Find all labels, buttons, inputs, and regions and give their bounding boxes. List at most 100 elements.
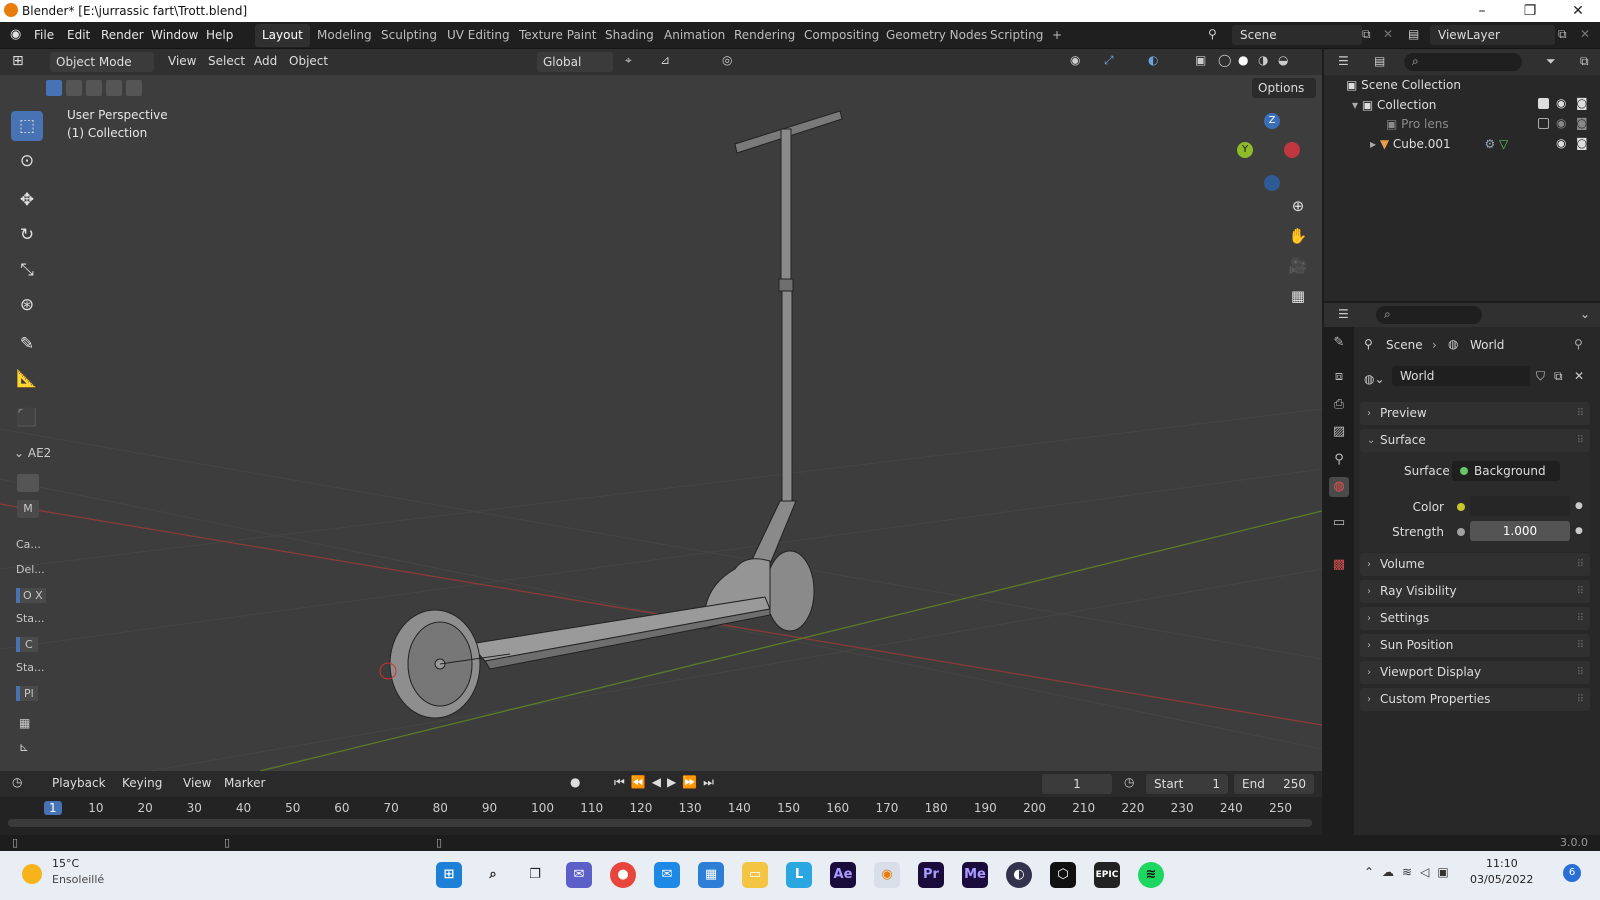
- color-keyframe-dot-icon[interactable]: ●: [1575, 501, 1583, 511]
- tab-rendering[interactable]: Rendering: [727, 24, 802, 47]
- object-mode-dropdown[interactable]: Object Mode: [50, 52, 154, 72]
- drag-grip-icon[interactable]: ⠿: [1577, 553, 1584, 576]
- menu-select[interactable]: Select: [208, 54, 245, 68]
- maximize-button[interactable]: ❐: [1508, 0, 1552, 22]
- modifier-icon[interactable]: ⚙: [1484, 137, 1495, 151]
- transform-tool-icon[interactable]: ⊛: [11, 290, 43, 320]
- properties-editor-icon[interactable]: ☰: [1338, 307, 1349, 321]
- timeline-scrollbar[interactable]: [8, 819, 1312, 827]
- cursor-tool-icon[interactable]: ⊙: [11, 146, 43, 176]
- strength-socket-icon[interactable]: [1457, 528, 1465, 536]
- end-frame-field[interactable]: End 250: [1234, 774, 1314, 794]
- drag-grip-icon[interactable]: ⠿: [1577, 580, 1584, 603]
- panel-surface[interactable]: ⌄ Surface ⠿: [1360, 429, 1590, 452]
- outliner-row-collection[interactable]: ▾ ▣ Collection: [1352, 98, 1436, 112]
- select-box-intersect-icon[interactable]: [126, 80, 142, 96]
- task-view-icon[interactable]: ❐: [522, 862, 548, 888]
- duplicate-world-icon[interactable]: ⧉: [1554, 369, 1563, 384]
- gizmo-toggle-icon[interactable]: ⤢: [1104, 53, 1114, 68]
- breadcrumb-world[interactable]: World: [1470, 338, 1504, 352]
- ae2-ox-toggle[interactable]: O X: [16, 588, 46, 603]
- menu-playback[interactable]: Playback: [52, 776, 106, 790]
- blender-menu-icon[interactable]: ◉: [10, 27, 21, 42]
- display-mode-icon[interactable]: ▤: [1374, 54, 1385, 68]
- render-tab-icon[interactable]: ⧈: [1329, 367, 1349, 387]
- select-box-subtract-icon[interactable]: [86, 80, 102, 96]
- zoom-icon[interactable]: ⊕: [1284, 192, 1312, 220]
- menu-object[interactable]: Object: [289, 54, 328, 68]
- properties-search-input[interactable]: ⌕: [1376, 306, 1482, 324]
- drag-grip-icon[interactable]: ⠿: [1577, 661, 1584, 684]
- world-color-swatch[interactable]: [1470, 496, 1570, 516]
- ae2-section-header[interactable]: ⌄ AE2: [14, 446, 51, 460]
- playback-controls[interactable]: ⏮⏪◀▶⏩⏭: [614, 775, 720, 790]
- world-browse-icon[interactable]: ◍⌄: [1364, 372, 1385, 386]
- collection-render-camera-icon[interactable]: ◙: [1576, 96, 1588, 110]
- new-scene-icon[interactable]: ⧉: [1362, 27, 1371, 42]
- tab-geometry-nodes[interactable]: Geometry Nodes: [879, 24, 994, 47]
- x-axis-gizmo[interactable]: [1284, 142, 1300, 158]
- outliner-row-cube[interactable]: ▸ ▼ Cube.001 ⚙ ▽: [1370, 137, 1508, 151]
- panel-volume[interactable]: › Volume ⠿: [1360, 553, 1590, 576]
- drag-grip-icon[interactable]: ⠿: [1577, 634, 1584, 657]
- navigation-gizmo[interactable]: Z Y: [1230, 108, 1300, 193]
- teams-chat-icon[interactable]: ✉: [566, 862, 592, 888]
- clock-time[interactable]: 11:10: [1486, 857, 1518, 870]
- view-layer-tab-icon[interactable]: ▨: [1329, 422, 1349, 442]
- texture-tab-icon[interactable]: ▩: [1329, 555, 1349, 575]
- start-windows-icon[interactable]: ⊞: [436, 862, 462, 888]
- menu-edit[interactable]: Edit: [67, 28, 90, 42]
- y-axis-gizmo[interactable]: Y: [1237, 142, 1253, 158]
- menu-help[interactable]: Help: [206, 28, 233, 42]
- outliner-search-input[interactable]: ⌕: [1404, 53, 1522, 71]
- tab-modeling[interactable]: Modeling: [310, 24, 379, 47]
- strength-keyframe-dot-icon[interactable]: ●: [1575, 526, 1583, 536]
- tool-tab-icon[interactable]: ✎: [1329, 333, 1349, 353]
- strength-field[interactable]: 1.000: [1470, 521, 1570, 541]
- overlay-toggle-icon[interactable]: ◐: [1148, 53, 1158, 67]
- menu-keying[interactable]: Keying: [122, 776, 162, 790]
- 3d-viewport[interactable]: [0, 49, 1322, 771]
- annotate-tool-icon[interactable]: ✎: [11, 329, 43, 359]
- spotify-icon[interactable]: ≋: [1138, 862, 1164, 888]
- timeline-editor-icon[interactable]: ◷: [12, 775, 22, 789]
- start-frame-field[interactable]: Start 1: [1146, 774, 1228, 794]
- solid-shading-icon[interactable]: ●: [1238, 53, 1248, 67]
- tab-sculpting[interactable]: Sculpting: [374, 24, 444, 47]
- filter-icon[interactable]: ⏷: [1546, 54, 1556, 69]
- surface-shader-field[interactable]: Background: [1452, 461, 1560, 481]
- color-socket-icon[interactable]: [1457, 503, 1465, 511]
- pin-icon[interactable]: ⚲: [1574, 337, 1583, 351]
- menu-file[interactable]: File: [34, 28, 54, 42]
- editor-type-icon[interactable]: ⊞: [12, 53, 24, 69]
- blender-taskbar-icon[interactable]: ◉: [874, 862, 900, 888]
- pan-hand-icon[interactable]: ✋: [1284, 222, 1312, 250]
- expand-arrow-icon[interactable]: ▸: [1370, 137, 1376, 151]
- notification-badge[interactable]: 6: [1563, 864, 1581, 882]
- cinema4d-icon[interactable]: ◐: [1006, 862, 1032, 888]
- new-viewlayer-icon[interactable]: ⧉: [1558, 27, 1567, 42]
- menu-marker[interactable]: Marker: [224, 776, 265, 790]
- unity-icon[interactable]: ⬡: [1050, 862, 1076, 888]
- ae2-pl-toggle[interactable]: Pl: [16, 686, 38, 701]
- tab-shading[interactable]: Shading: [598, 24, 661, 47]
- select-box-new-icon[interactable]: [46, 80, 62, 96]
- mesh-data-icon[interactable]: ▽: [1499, 137, 1508, 151]
- cube-render-camera-icon[interactable]: ◙: [1576, 136, 1588, 150]
- material-shading-icon[interactable]: ◑: [1258, 53, 1268, 67]
- wireframe-shading-icon[interactable]: ◯: [1218, 53, 1231, 67]
- panel-sun-position[interactable]: › Sun Position ⠿: [1360, 634, 1590, 657]
- tab-texture-paint[interactable]: Texture Paint: [512, 24, 603, 47]
- pivot-icon[interactable]: ⌖: [625, 53, 632, 68]
- file-explorer-icon[interactable]: ▭: [742, 862, 768, 888]
- panel-preview[interactable]: › Preview ⠿: [1360, 402, 1590, 425]
- world-tab-icon[interactable]: ◍: [1329, 477, 1349, 497]
- after-effects-icon[interactable]: Ae: [830, 862, 856, 888]
- drag-grip-icon[interactable]: ⠿: [1577, 607, 1584, 630]
- ae2-swatch[interactable]: [17, 474, 39, 492]
- collection-tab-icon[interactable]: ▭: [1329, 513, 1349, 533]
- viewlayer-selector[interactable]: ViewLayer: [1430, 25, 1555, 45]
- tab-scripting[interactable]: Scripting: [983, 24, 1050, 47]
- tab-layout[interactable]: Layout: [255, 24, 310, 47]
- system-tray-icons[interactable]: ⌃☁≋◁▣: [1364, 865, 1457, 879]
